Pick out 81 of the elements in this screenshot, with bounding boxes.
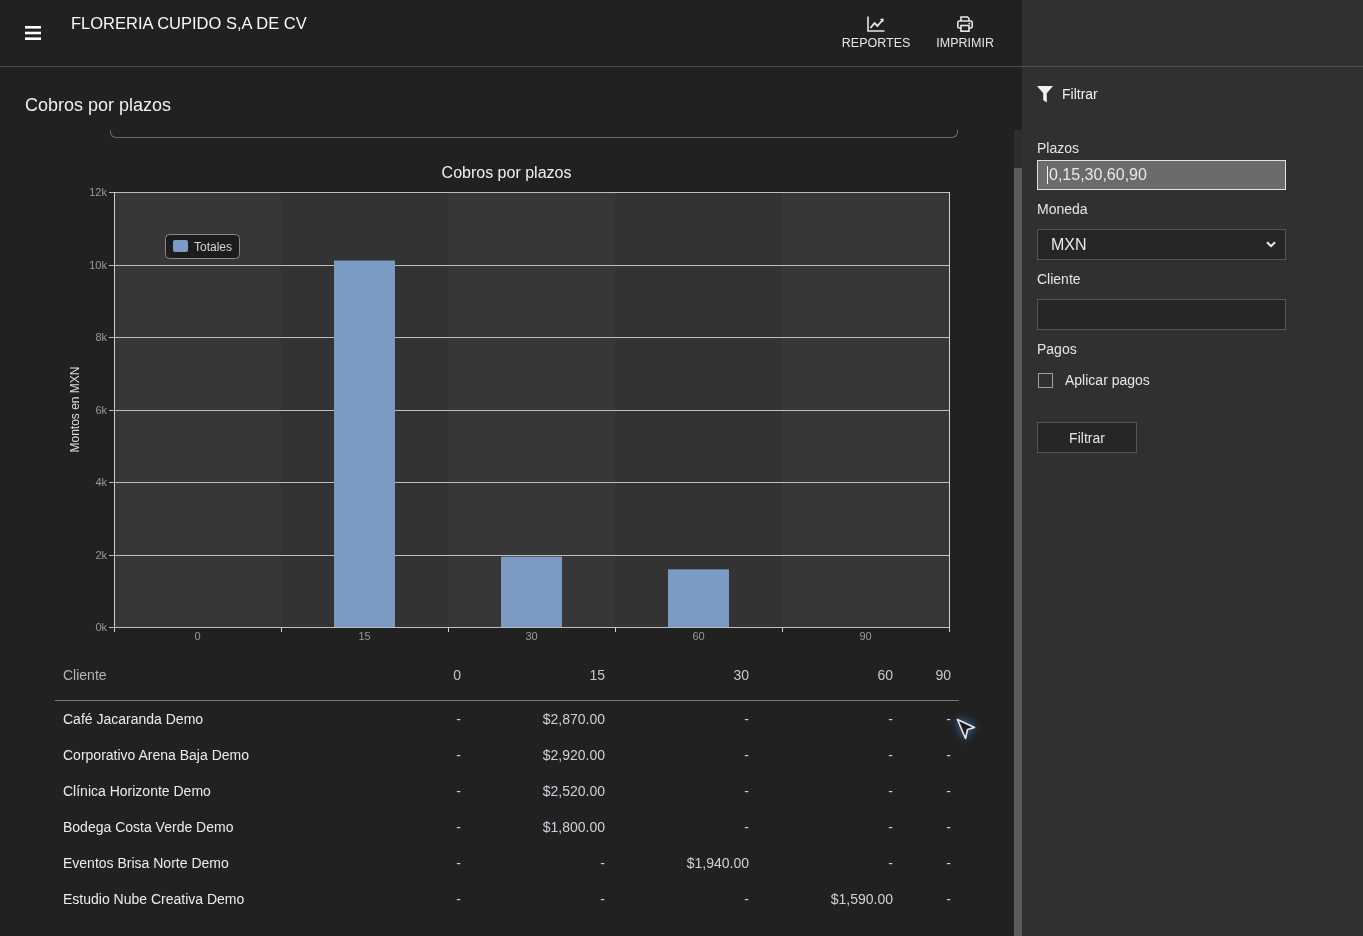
table-cell-text: - (743, 746, 750, 764)
axis-tick-label: 6k (95, 403, 107, 416)
menu-icon[interactable] (25, 26, 41, 40)
table-cell-text: - (743, 782, 750, 800)
bar (501, 556, 562, 627)
table-cell-text: - (887, 746, 894, 764)
table-cell-text: $1,800.00 (541, 818, 606, 836)
table-cell-text: - (743, 818, 750, 836)
text-cursor-icon (1047, 166, 1048, 184)
table-cell-text: - (455, 782, 462, 800)
axis-tick-label: 2k (95, 548, 107, 561)
column-header: 90 (934, 666, 952, 684)
table-cell-text: - (887, 710, 894, 728)
column-header: 30 (732, 666, 750, 684)
chart-title: Cobros por plazos (441, 164, 572, 181)
table-cell-text: $2,520.00 (541, 782, 606, 800)
checkbox-label[interactable]: Aplicar pagos (1065, 371, 1150, 389)
bar (668, 569, 729, 627)
table-cell-text: - (887, 854, 894, 872)
table-cell-text: - (887, 782, 894, 800)
table-cell-text: - (455, 746, 462, 764)
axis-tick-label: 10k (89, 258, 107, 271)
table-cell-text: - (455, 854, 462, 872)
table-cell-text: - (945, 854, 952, 872)
axis-tick-label: 15 (358, 630, 371, 642)
table-cell-text: - (945, 782, 952, 800)
checkbox[interactable] (1038, 372, 1053, 388)
table-cell-text: Clínica Horizonte Demo (62, 782, 212, 800)
table-cell-text: - (945, 890, 952, 908)
print-button[interactable]: IMPRIMIR (930, 0, 1000, 57)
axis-tick-label: 0k (95, 621, 107, 633)
printer-icon (957, 16, 974, 32)
table-cell-text: Bodega Costa Verde Demo (62, 818, 235, 836)
axis-title: Montos en MXN (68, 366, 82, 453)
axis-tick-label: 4k (95, 476, 107, 488)
table-cell-text: Café Jacaranda Demo (62, 710, 205, 728)
legend-label: Totales (194, 239, 233, 254)
column-header: 0 (452, 666, 462, 684)
table-cell-text: - (743, 710, 750, 728)
text-field[interactable]: 0,15,30,60,90 (1037, 160, 1286, 190)
table-cell-text: - (945, 710, 952, 728)
field-label: Pagos (1037, 340, 1077, 358)
axis-tick-label: 8k (95, 331, 107, 343)
table-cell-text: Estudio Nube Creativa Demo (62, 890, 246, 908)
axis-tick-label: 30 (525, 630, 538, 642)
select-field[interactable]: MXN (1037, 229, 1286, 260)
table-cell-text: - (455, 710, 462, 728)
column-header: Cliente (62, 666, 108, 684)
table-cell-text: - (599, 890, 606, 908)
table-cell-text: $2,870.00 (541, 710, 606, 728)
mouse-pointer-icon (956, 718, 976, 740)
field-label: Plazos (1037, 139, 1080, 157)
column-header: 60 (876, 666, 894, 684)
panel-title: Filtrar (1062, 85, 1098, 103)
table-cell-text: - (599, 854, 606, 872)
page-title: Cobros por plazos (25, 95, 172, 115)
axis-tick-label: 90 (859, 630, 872, 642)
table-cell-text: $2,920.00 (541, 746, 606, 764)
table-cell-text: - (945, 818, 952, 836)
text-field[interactable] (1037, 299, 1286, 330)
table-cell-text: - (945, 746, 952, 764)
chevron-down-icon (1266, 241, 1276, 248)
column-header: 15 (588, 666, 606, 684)
axis-tick-label: 12k (89, 186, 107, 198)
axis-tick-label: 0 (194, 630, 201, 642)
reports-button[interactable]: REPORTES (835, 0, 917, 57)
table-cell-text: Eventos Brisa Norte Demo (62, 854, 230, 872)
table-cell-text: - (887, 818, 894, 836)
table-cell-text: - (455, 890, 462, 908)
filter-icon (1037, 85, 1053, 103)
field-label: Cliente (1037, 270, 1081, 288)
table-cell-text: - (455, 818, 462, 836)
app-title: FLORERIA CUPIDO S,A DE CV (71, 13, 307, 33)
field-label: Moneda (1037, 200, 1088, 218)
table-cell-text: - (743, 890, 750, 908)
filter-button[interactable]: Filtrar (1037, 422, 1137, 453)
table-cell-text: Corporativo Arena Baja Demo (62, 746, 250, 764)
axis-tick-label: 60 (692, 630, 705, 642)
chart-line-icon (867, 16, 886, 32)
table-cell-text: $1,940.00 (685, 854, 750, 872)
table-cell-text: $1,590.00 (829, 890, 894, 908)
